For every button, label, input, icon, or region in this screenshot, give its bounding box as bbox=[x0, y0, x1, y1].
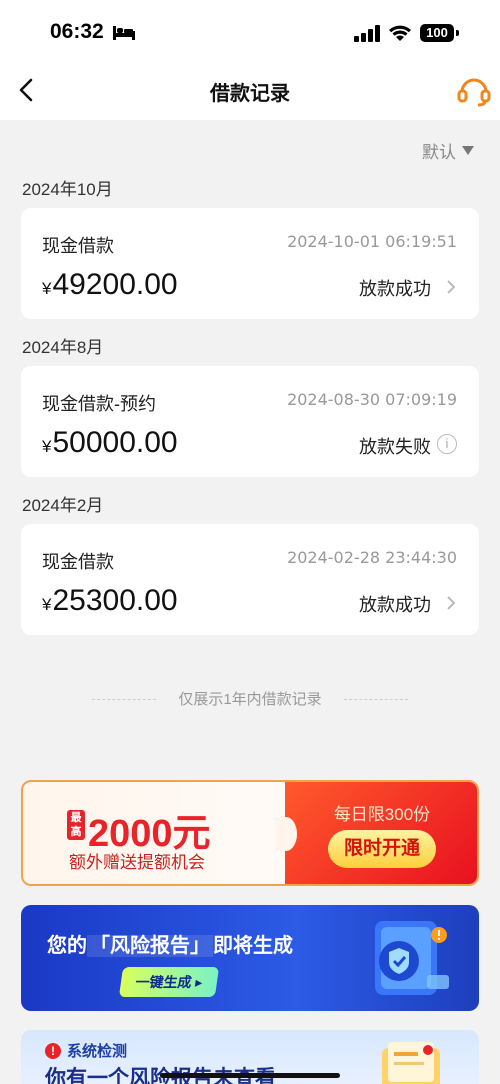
risk-report-title: 您的 「风险报告」 即将生成 bbox=[47, 929, 293, 958]
report-envelope-icon bbox=[382, 1042, 440, 1084]
currency-symbol: ¥ bbox=[42, 437, 52, 456]
risk-report-banner[interactable]: 您的 「风险报告」 即将生成 一键生成 ▸ bbox=[21, 905, 479, 1011]
caret-down-icon bbox=[462, 146, 474, 155]
loan-amount: ¥50000.00 bbox=[42, 426, 178, 460]
system-check-tag: ! 系统检测 bbox=[45, 1040, 127, 1061]
loan-type: 现金借款 bbox=[42, 236, 114, 256]
loan-type: 现金借款-预约 bbox=[42, 394, 156, 414]
amount-value: 50000.00 bbox=[52, 426, 178, 459]
customer-service-headset-icon[interactable] bbox=[456, 72, 492, 108]
system-check-label: 系统检测 bbox=[67, 1043, 128, 1060]
loan-record-card[interactable]: 现金借款-预约 2024-08-30 07:09:19 ¥50000.00 放款… bbox=[21, 366, 479, 477]
page-title: 借款记录 bbox=[210, 83, 290, 105]
amount-value: 25300.00 bbox=[52, 584, 178, 617]
shield-document-illustration-icon bbox=[375, 921, 449, 995]
loan-record-card[interactable]: 现金借款 2024-10-01 06:19:51 ¥49200.00 放款成功 bbox=[21, 208, 479, 319]
chevron-right-icon bbox=[447, 596, 456, 610]
loan-status: 放款成功 bbox=[359, 279, 431, 299]
month-header: 2024年2月 bbox=[22, 496, 104, 515]
promo-right: 每日限300份 限时开通 bbox=[285, 782, 477, 884]
info-icon[interactable]: i bbox=[437, 434, 457, 454]
status-bar: 06:32 100 bbox=[0, 0, 500, 62]
home-indicator bbox=[160, 1073, 340, 1078]
battery-tip bbox=[456, 30, 459, 36]
wifi-icon bbox=[389, 25, 411, 41]
nav-bar: 借款记录 bbox=[0, 62, 500, 120]
promo-open-button[interactable]: 限时开通 bbox=[328, 830, 436, 868]
promo-daily-limit: 每日限300份 bbox=[333, 805, 431, 824]
sort-dropdown[interactable]: 默认 bbox=[422, 138, 474, 163]
cellular-signal-icon bbox=[354, 25, 380, 42]
currency-symbol: ¥ bbox=[42, 595, 52, 614]
currency-symbol: ¥ bbox=[42, 279, 52, 298]
chevron-right-icon bbox=[447, 280, 456, 294]
sort-label: 默认 bbox=[422, 143, 456, 162]
loan-amount: ¥49200.00 bbox=[42, 268, 178, 302]
loan-amount: ¥25300.00 bbox=[42, 584, 178, 618]
promo-left: 最高 2000元 额外赠送提额机会 bbox=[23, 782, 288, 884]
sleep-mode-icon bbox=[113, 26, 135, 40]
status-time: 06:32 bbox=[50, 20, 104, 43]
loan-time: 2024-10-01 06:19:51 bbox=[287, 232, 457, 251]
loan-status: 放款成功 bbox=[359, 595, 431, 615]
loan-time: 2024-02-28 23:44:30 bbox=[287, 548, 457, 567]
records-range-notice: 仅展示1年内借款记录 bbox=[0, 688, 500, 709]
month-header: 2024年10月 bbox=[22, 180, 113, 199]
loan-status: 放款失败 bbox=[359, 437, 431, 457]
risk-title-suffix: 即将生成 bbox=[213, 935, 293, 957]
battery-indicator: 100 bbox=[420, 24, 454, 42]
promo-notch bbox=[275, 817, 297, 851]
loan-record-card[interactable]: 现金借款 2024-02-28 23:44:30 ¥25300.00 放款成功 bbox=[21, 524, 479, 635]
warning-icon: ! bbox=[45, 1042, 61, 1059]
loan-type: 现金借款 bbox=[42, 552, 114, 572]
generate-report-button[interactable]: 一键生成 ▸ bbox=[118, 967, 220, 997]
promo-subtitle: 额外赠送提额机会 bbox=[69, 853, 205, 872]
risk-title-highlight: 「风险报告」 bbox=[87, 935, 213, 957]
loan-time: 2024-08-30 07:09:19 bbox=[287, 390, 457, 409]
credit-promo-banner[interactable]: 最高 2000元 额外赠送提额机会 每日限300份 限时开通 bbox=[21, 780, 479, 886]
risk-title-prefix: 您的 bbox=[47, 935, 87, 957]
promo-max-tag: 最高 bbox=[67, 810, 85, 840]
month-header: 2024年8月 bbox=[22, 338, 104, 357]
amount-value: 49200.00 bbox=[52, 268, 178, 301]
